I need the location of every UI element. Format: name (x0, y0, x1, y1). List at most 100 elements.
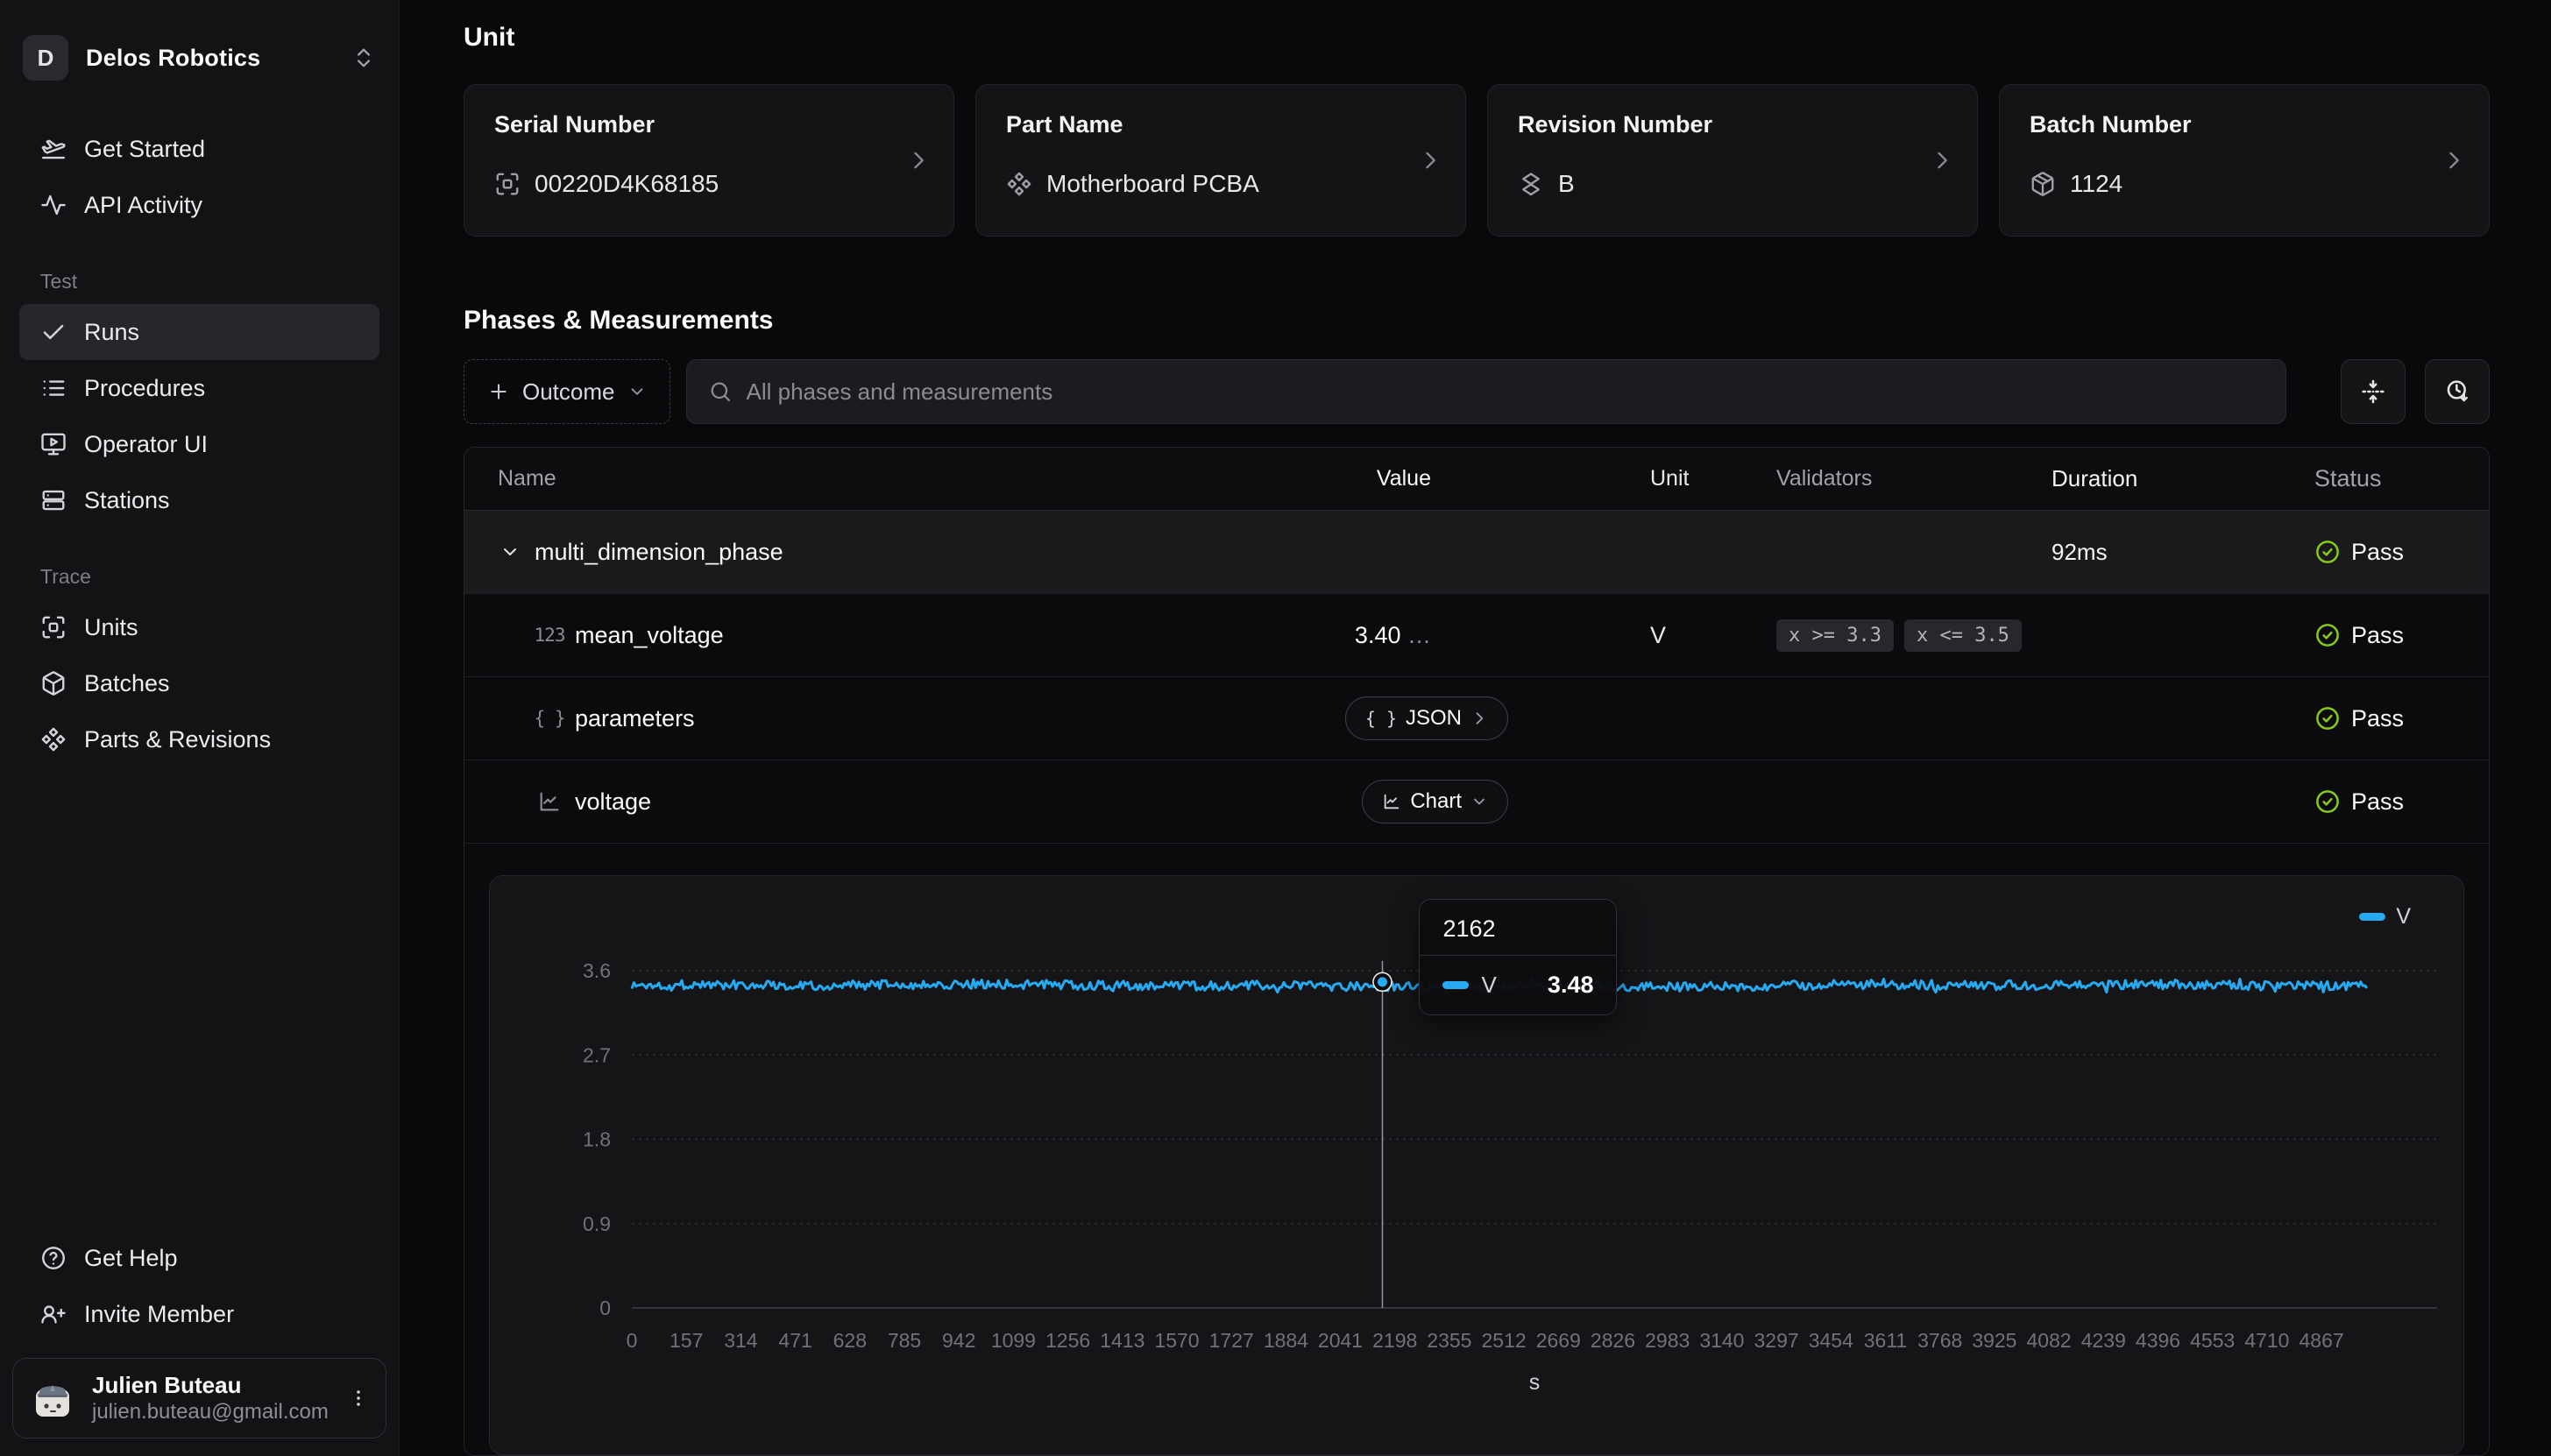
svg-text:157: 157 (670, 1329, 703, 1352)
sidebar-item-parts-revisions[interactable]: Parts & Revisions (19, 711, 379, 767)
voltage-chart-card: 00.91.82.73.6015731447162878594210991256… (489, 875, 2464, 1455)
sidebar-item-label: Get Started (84, 136, 205, 163)
unit-cards: Serial Number 00220D4K68185 Part Name Mo… (464, 84, 2490, 237)
column-header-unit: Unit (1512, 466, 1775, 491)
tooltip-value: 3.48 (1548, 972, 1594, 999)
chevron-down-icon (1470, 793, 1488, 810)
svg-text:1.8: 1.8 (583, 1128, 611, 1151)
measurement-name-cell: { } parameters (464, 705, 1271, 732)
revision-number-value: B (1558, 170, 1575, 198)
search-input[interactable] (747, 378, 2265, 406)
svg-text:4082: 4082 (2027, 1329, 2072, 1352)
history-button[interactable] (2425, 359, 2490, 424)
sidebar-item-get-help[interactable]: Get Help (19, 1230, 379, 1286)
sidebar-item-label: Operator UI (84, 431, 208, 458)
braces-icon: { } (1365, 708, 1397, 729)
sidebar-item-get-started[interactable]: Get Started (19, 121, 379, 177)
measurement-unit: V (1512, 622, 1775, 649)
svg-text:1099: 1099 (991, 1329, 1036, 1352)
fold-vertical-icon (2359, 378, 2387, 406)
scan-icon (494, 171, 521, 197)
measurement-status: Pass (2313, 705, 2489, 732)
workspace-switcher[interactable]: D Delos Robotics (23, 35, 376, 81)
validators-cell: x >= 3.3 x <= 3.5 (1775, 619, 2050, 652)
svg-text:1413: 1413 (1100, 1329, 1144, 1352)
plus-icon (487, 380, 510, 403)
sidebar-item-stations[interactable]: Stations (19, 472, 379, 528)
chevron-right-icon (2441, 148, 2466, 173)
legend-label: V (2396, 904, 2411, 929)
column-header-name: Name (464, 466, 1271, 491)
collapse-rows-button[interactable] (2341, 359, 2406, 424)
sidebar-item-batches[interactable]: Batches (19, 655, 379, 711)
sidebar-item-invite-member[interactable]: Invite Member (19, 1286, 379, 1342)
chevron-right-icon (1470, 710, 1488, 727)
measurement-name-cell: 123 mean_voltage (464, 622, 1271, 649)
chart-label: Chart (1410, 789, 1462, 814)
sidebar-item-label: Batches (84, 670, 170, 697)
search-icon (708, 379, 733, 404)
sidebar-item-operator-ui[interactable]: Operator UI (19, 416, 379, 472)
chevron-right-icon (1418, 148, 1442, 173)
svg-text:3925: 3925 (1972, 1329, 2016, 1352)
svg-text:942: 942 (942, 1329, 975, 1352)
layers-icon (1518, 171, 1544, 197)
measurement-name-cell: voltage (464, 788, 1271, 816)
status-label: Pass (2351, 788, 2404, 816)
card-part-name[interactable]: Part Name Motherboard PCBA (975, 84, 1466, 237)
chart-tooltip: 2162 V 3.48 (1419, 899, 1617, 1015)
kebab-menu-icon[interactable] (347, 1387, 370, 1410)
sidebar-item-label: Parts & Revisions (84, 726, 271, 753)
serial-number-value: 00220D4K68185 (535, 170, 719, 198)
activity-icon (40, 192, 67, 218)
sidebar-item-api-activity[interactable]: API Activity (19, 177, 379, 233)
table-row-voltage: voltage Chart Pa (464, 760, 2489, 844)
json-value-button[interactable]: { } JSON (1345, 696, 1508, 740)
sidebar-item-label: Units (84, 614, 138, 641)
sidebar-item-label: Get Help (84, 1245, 178, 1272)
chart-value-button[interactable]: Chart (1362, 780, 1508, 823)
column-header-status: Status (2313, 465, 2489, 492)
card-value: B (1518, 170, 1947, 198)
chevron-down-icon[interactable] (498, 541, 522, 562)
svg-text:3454: 3454 (1809, 1329, 1853, 1352)
svg-text:2826: 2826 (1591, 1329, 1635, 1352)
measurement-name: parameters (575, 705, 695, 732)
svg-text:3.6: 3.6 (583, 959, 611, 982)
outcome-filter-button[interactable]: Outcome (464, 359, 670, 424)
user-name: Julien Buteau (92, 1371, 329, 1399)
scan-icon (40, 614, 67, 640)
chart-legend: V (2359, 904, 2411, 929)
sidebar-item-units[interactable]: Units (19, 599, 379, 655)
user-card[interactable]: Julien Buteau julien.buteau@gmail.com (12, 1358, 386, 1438)
sidebar-item-procedures[interactable]: Procedures (19, 360, 379, 416)
svg-text:471: 471 (778, 1329, 811, 1352)
workspace-name: Delos Robotics (86, 45, 260, 72)
card-value: 00220D4K68185 (494, 170, 924, 198)
phase-status: Pass (2313, 539, 2489, 566)
measurement-status: Pass (2313, 788, 2489, 816)
status-label: Pass (2351, 622, 2404, 649)
svg-text:4867: 4867 (2299, 1329, 2344, 1352)
card-serial-number[interactable]: Serial Number 00220D4K68185 (464, 84, 954, 237)
sidebar-item-label: API Activity (84, 192, 202, 219)
tooltip-series-row: V 3.48 (1420, 956, 1616, 1014)
phase-name: multi_dimension_phase (535, 539, 783, 566)
status-label: Pass (2351, 705, 2404, 732)
sidebar-item-runs[interactable]: Runs (19, 304, 379, 360)
card-batch-number[interactable]: Batch Number 1124 (1999, 84, 2490, 237)
svg-text:2355: 2355 (1427, 1329, 1471, 1352)
chevron-right-icon (1930, 148, 1954, 173)
measurement-name: mean_voltage (575, 622, 724, 649)
nav-section-test: Test (0, 270, 399, 293)
sidebar-nav: Get Started API Activity Test Runs Proce… (0, 121, 399, 767)
validator-badge: x >= 3.3 (1776, 619, 1894, 652)
clock-history-icon (2443, 378, 2471, 406)
main-content: Unit Serial Number 00220D4K68185 Part Na… (400, 0, 2551, 1456)
value-ellipsis: … (1407, 622, 1431, 648)
table-row-phase[interactable]: multi_dimension_phase 92ms Pass (464, 511, 2489, 594)
card-revision-number[interactable]: Revision Number B (1487, 84, 1978, 237)
svg-text:3140: 3140 (1699, 1329, 1744, 1352)
svg-text:4396: 4396 (2136, 1329, 2180, 1352)
search-box (686, 359, 2287, 424)
